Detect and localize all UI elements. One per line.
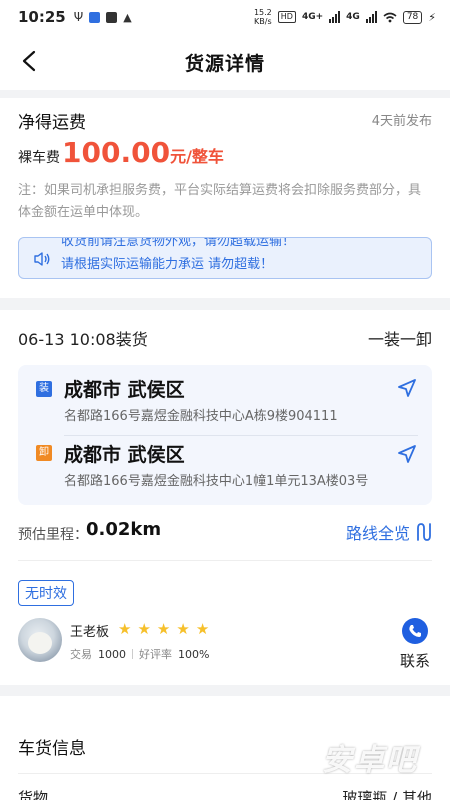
route-icon xyxy=(417,523,431,541)
speed-unit: KB/s xyxy=(254,17,272,26)
cargo-row-label: 货物 xyxy=(18,789,49,800)
watermark-logo: 安卓吧 xyxy=(322,743,418,778)
warning-icon: ▲ xyxy=(123,10,132,24)
star-icon: ★ xyxy=(118,620,132,638)
charging-icon: ⚡ xyxy=(428,10,436,24)
route-card: 06-13 10:08装货 一装一卸 装 成都市 武侯区 名都路166号嘉煜金融… xyxy=(0,310,450,685)
service-fee-note: 注：如果司机承担服务费，平台实际结算运费将会扣除服务费部分，具体金额在运单中体现… xyxy=(18,183,422,220)
back-button[interactable] xyxy=(14,46,44,76)
section-divider xyxy=(18,560,432,561)
route-overview-button[interactable]: 路线全览 xyxy=(346,520,432,544)
phone-icon xyxy=(402,618,428,644)
signal-icon xyxy=(329,11,341,23)
app-notification-icon xyxy=(89,11,101,23)
destination-tag: 卸 xyxy=(36,445,52,461)
star-icon: ★ xyxy=(195,620,210,638)
network-speed: 15.2 KB/s xyxy=(254,8,272,26)
star-icon: ★ xyxy=(137,620,151,638)
network-4g: 4G xyxy=(346,12,360,22)
distance-value: 0.02km xyxy=(86,519,162,540)
time-limit-tag: 无时效 xyxy=(18,580,74,606)
load-type: 一装一卸 xyxy=(367,330,432,349)
origin-tag: 装 xyxy=(36,381,52,397)
page-title: 货源详情 xyxy=(184,52,265,75)
status-bar: 10:25 Ψ ▲ 15.2 KB/s HD 4G+ 4G 78 ⚡ xyxy=(0,0,450,34)
origin-navigate-icon[interactable] xyxy=(396,377,418,399)
rate-label: 好评率 xyxy=(139,648,172,661)
star-icon: ★ xyxy=(156,620,171,638)
origin-city: 成都市 武侯区 xyxy=(64,379,185,401)
route-separator xyxy=(64,435,418,436)
cargo-title: 车货信息 xyxy=(18,739,86,759)
destination-address: 名都路166号嘉煜金融科技中心1幢1单元13A楼03号 xyxy=(64,474,369,489)
notice-text: 请根据实际运输能力承运 请勿超载！ xyxy=(61,257,274,272)
publish-time: 4天前发布 xyxy=(371,114,432,129)
contact-button[interactable]: 联系 xyxy=(398,618,432,671)
rate-value: 100% xyxy=(178,647,210,661)
trade-label: 交易 xyxy=(70,648,92,661)
load-time: 06-13 10:08装货 xyxy=(18,330,148,349)
status-time: 10:25 xyxy=(18,8,66,26)
status-notification-icons: Ψ ▲ xyxy=(74,10,132,24)
freight-card: 净得运费 4天前发布 裸车费 100.00 元/整车 注：如果司机承担服务费，平… xyxy=(0,98,450,298)
price-label: 裸车费 xyxy=(18,150,60,166)
freight-title: 净得运费 xyxy=(18,113,86,133)
route-box: 装 成都市 武侯区 名都路166号嘉煜金融科技中心A栋9楼904111 卸 成都… xyxy=(18,365,432,505)
app-notification-icon-2 xyxy=(106,11,118,23)
back-arrow-icon xyxy=(22,50,36,72)
signal-icon-2 xyxy=(365,11,377,23)
stats-divider xyxy=(132,649,133,659)
battery-icon: 78 xyxy=(402,10,423,24)
speed-value: 15.2 xyxy=(253,8,272,17)
notice-banner: 收货前请注意货物外观，请勿超载运输！ 请根据实际运输能力承运 请勿超载！ xyxy=(18,237,432,279)
notice-scroll-previous: 收货前请注意货物外观，请勿超载运输！ xyxy=(61,237,296,249)
route-overview-label: 路线全览 xyxy=(345,524,410,543)
destination-navigate-icon[interactable] xyxy=(396,443,418,465)
hd-badge: HD xyxy=(277,11,296,23)
rating-stars: ★ ★ ★ ★ ★ xyxy=(118,620,209,638)
cargo-row-value: 玻璃瓶 / 其他 xyxy=(342,789,432,800)
shipper-avatar[interactable] xyxy=(18,618,62,662)
usb-icon: Ψ xyxy=(73,10,84,24)
status-system-icons: 15.2 KB/s HD 4G+ 4G 78 ⚡ xyxy=(254,8,436,26)
network-4g-plus: 4G+ xyxy=(301,12,324,22)
price-value: 100.00 xyxy=(62,136,171,169)
origin-address: 名都路166号嘉煜金融科技中心A栋9楼904111 xyxy=(64,409,338,424)
star-icon: ★ xyxy=(176,620,190,638)
shipper-stats: 交易 1000 好评率 100% xyxy=(70,646,209,662)
nav-bar: 货源详情 xyxy=(0,34,450,90)
price-unit: 元/整车 xyxy=(170,147,224,166)
wifi-icon xyxy=(383,12,397,22)
shipper-name: 王老板 xyxy=(70,625,110,640)
speaker-icon xyxy=(34,252,50,266)
contact-label: 联系 xyxy=(399,652,430,670)
trade-count: 1000 xyxy=(98,647,126,661)
distance-label: 预估里程： xyxy=(18,527,88,543)
price-row: 裸车费 100.00 元/整车 xyxy=(18,136,224,169)
destination-city: 成都市 武侯区 xyxy=(64,444,185,466)
